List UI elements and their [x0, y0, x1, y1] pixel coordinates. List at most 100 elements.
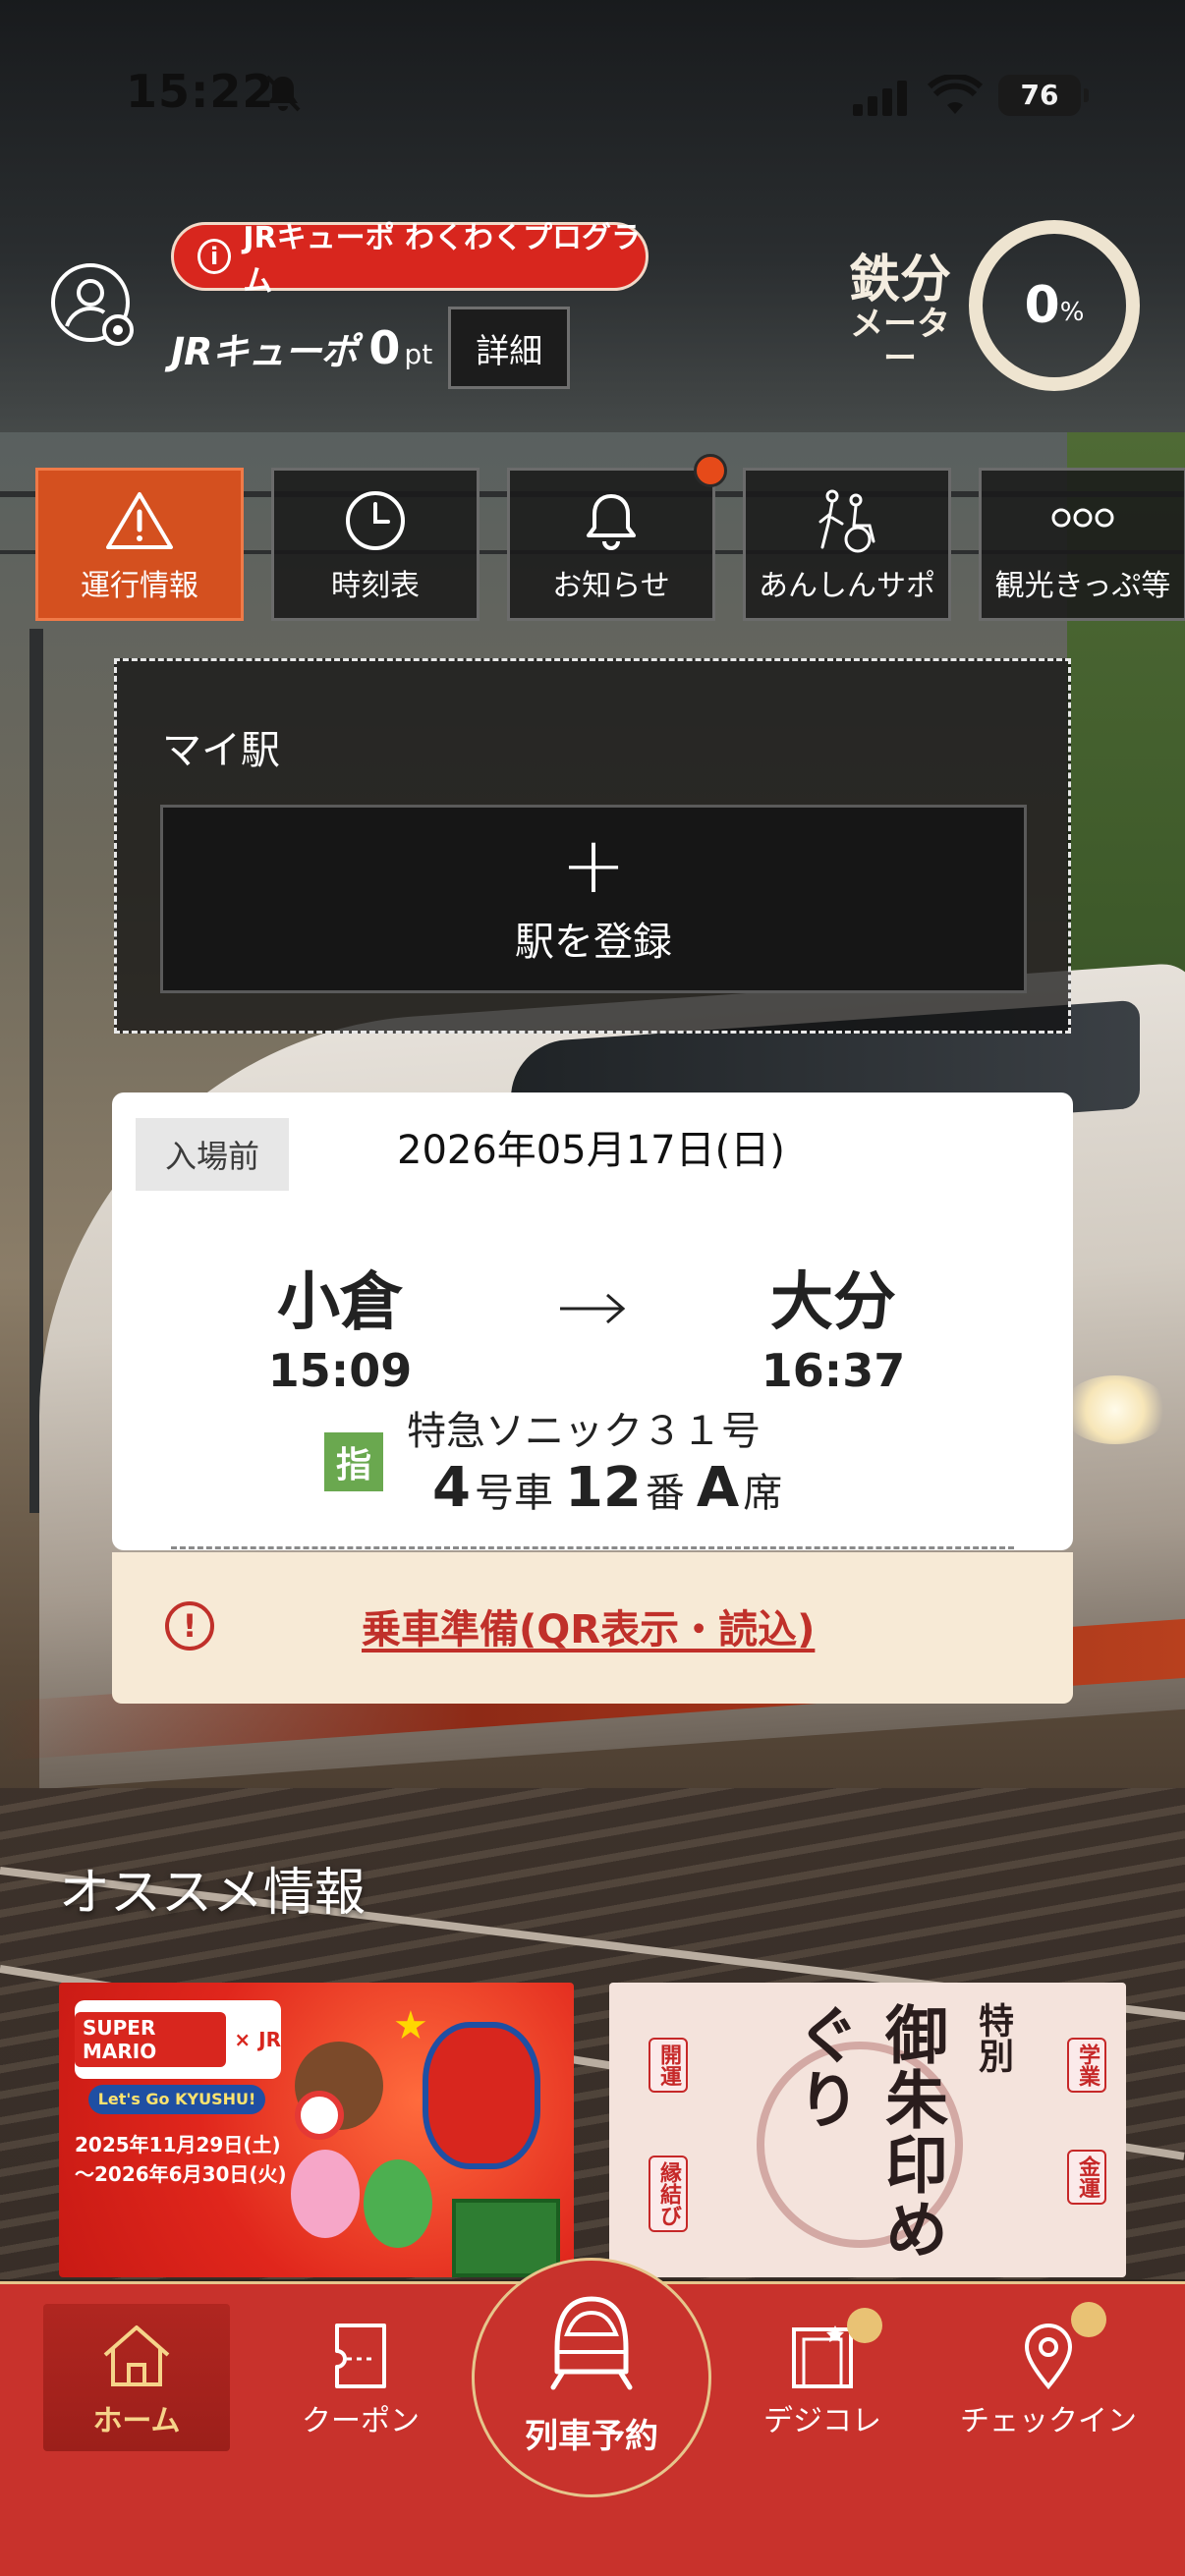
seat-letter: A: [696, 1456, 740, 1520]
seat-number-unit: 番: [645, 1471, 685, 1516]
car-number: 4: [432, 1456, 471, 1520]
program-badge[interactable]: i JRキューポ わくわくプログラム: [171, 221, 649, 299]
goshuin-special-label: 特別: [973, 2002, 1013, 2073]
battery-level: 76: [998, 75, 1089, 116]
arrival-station: 大分 16:37: [715, 1252, 951, 1397]
quick-menu-timetable[interactable]: 時刻表: [271, 468, 480, 621]
mario-logo: SUPER MARIO × JR: [75, 2000, 281, 2079]
add-station-button[interactable]: + 駅を登録: [160, 805, 1027, 993]
ticket-perforation: [171, 1546, 1014, 1549]
star-icon: ★: [393, 2003, 428, 2048]
warp-pipe-figure: [452, 2199, 560, 2277]
seat-suffix: 席: [743, 1471, 783, 1516]
nav-coupon[interactable]: クーポン: [267, 2304, 454, 2451]
info-icon: i: [198, 239, 232, 274]
iron-meter-value: 0: [1024, 276, 1060, 335]
goshuin-tag-gakugyo: 学業: [1067, 2038, 1106, 2093]
seat-number: 12: [564, 1456, 642, 1520]
departure-station: 小倉 15:09: [222, 1252, 458, 1397]
account-settings-icon[interactable]: [49, 261, 141, 354]
quick-menu: 運行情報 時刻表 お知らせ あんしんサポ 観光きっぷ等: [35, 454, 1185, 621]
quick-menu-label: 時刻表: [331, 569, 420, 603]
quick-menu-support[interactable]: あんしんサポ: [743, 468, 951, 621]
car-unit: 号車: [474, 1471, 553, 1516]
wifi-icon: [928, 75, 983, 114]
quick-menu-label: 観光きっぷ等: [994, 569, 1171, 603]
goshuin-tag-kinun: 金運: [1067, 2150, 1106, 2205]
silent-bell-icon: [265, 75, 301, 112]
bell-icon: [587, 494, 636, 550]
cellular-signal-icon: [853, 81, 907, 116]
quick-menu-label: 運行情報: [81, 569, 198, 603]
quick-menu-operation-info[interactable]: 運行情報: [35, 468, 244, 621]
ticket-card[interactable]: 入場前 2026年05月17日(日) 小倉 15:09 大分 16:37 指 特…: [112, 1092, 1073, 1550]
digicolle-badge: [847, 2308, 882, 2343]
quick-menu-label: あんしんサポ: [759, 569, 935, 603]
notice-unread-badge: [694, 454, 727, 487]
peach-figure: [291, 2150, 360, 2238]
toad-figure: [295, 2091, 344, 2140]
nav-train-reserve[interactable]: 列車予約: [472, 2289, 711, 2457]
mario-dates: 2025年11月29日(土) 〜2026年6月30日(火): [75, 2130, 287, 2189]
checkin-badge: [1071, 2302, 1106, 2337]
yoshi-figure: [364, 2159, 432, 2248]
nav-checkin-label: チェックイン: [960, 2404, 1137, 2438]
points-value: 0: [368, 321, 401, 374]
nav-digicolle-label: デジコレ: [763, 2404, 881, 2438]
nav-home-label: ホーム: [92, 2404, 181, 2438]
nav-home[interactable]: ホーム: [43, 2304, 230, 2451]
goshuin-campaign-banner[interactable]: 特別 御朱印めぐり 開運 縁結び 学業 金運: [609, 1983, 1126, 2277]
nav-digicolle[interactable]: デジコレ: [729, 2304, 916, 2451]
accessibility-icon: [818, 489, 875, 553]
more-icon: [1051, 508, 1114, 528]
status-time: 15:22: [126, 65, 275, 118]
iron-meter-gauge[interactable]: 0 %: [969, 220, 1140, 391]
collection-icon: [792, 2325, 853, 2388]
points-brand-logo: JRキューポ: [171, 329, 358, 373]
points-summary: JRキューポ 0 pt 詳細: [171, 307, 571, 389]
boarding-prep-link[interactable]: 乗車準備(QR表示・読込): [362, 1597, 815, 1654]
boarding-prep-bar[interactable]: ! 乗車準備(QR表示・読込): [112, 1552, 1073, 1704]
points-unit: pt: [404, 337, 433, 370]
iron-meter-label: 鉄分 メーター: [841, 253, 959, 377]
quick-menu-label: お知らせ: [552, 569, 670, 603]
coupon-icon: [335, 2324, 386, 2388]
train-icon: [550, 2296, 633, 2390]
points-detail-button[interactable]: 詳細: [448, 307, 571, 389]
my-station-panel: マイ駅 + 駅を登録: [114, 658, 1071, 1034]
goshuin-title: 御朱印めぐり: [786, 2002, 947, 2262]
recommendations-title: オススメ情報: [59, 1864, 367, 1923]
reserved-seat-badge: 指: [324, 1432, 383, 1491]
quick-menu-tourist-tickets[interactable]: 観光きっぷ等: [979, 468, 1185, 621]
nav-coupon-label: クーポン: [302, 2404, 420, 2438]
mario-date-end: 〜2026年6月30日(火): [75, 2162, 287, 2186]
mario-brand: SUPER MARIO: [75, 2012, 227, 2067]
arrow-right-icon: [560, 1293, 626, 1324]
seat-info: 4 号車 12 番 A 席: [432, 1456, 782, 1520]
train-name: 特急ソニック３１号: [407, 1409, 761, 1454]
nav-train-reserve-label: 列車予約: [525, 2417, 658, 2456]
alert-circle-icon: !: [165, 1601, 214, 1651]
arrival-station-name: 大分: [770, 1266, 896, 1339]
mario-campaign-banner[interactable]: SUPER MARIO × JR Let's Go KYUSHU! 2025年1…: [59, 1983, 574, 2277]
mario-subtitle: Let's Go KYUSHU!: [88, 2085, 265, 2114]
mario-partner: JR: [258, 2028, 281, 2051]
status-bar: 15:22 76: [0, 0, 1185, 187]
clock-icon: [346, 491, 405, 550]
iron-meter-unit: %: [1059, 298, 1085, 327]
program-badge-label: JRキューポ わくわくプログラム: [243, 221, 642, 299]
goshuin-tag-kaiun: 開運: [649, 2038, 688, 2093]
ticket-status-badge: 入場前: [136, 1118, 289, 1191]
iron-meter-label-line2: メーター: [850, 304, 950, 379]
departure-time: 15:09: [267, 1344, 413, 1397]
quick-menu-notices[interactable]: お知らせ: [507, 468, 715, 621]
plus-icon: +: [560, 819, 627, 911]
ticket-date: 2026年05月17日(日): [397, 1128, 785, 1173]
mario-figure: [423, 2022, 540, 2169]
home-icon: [103, 2325, 170, 2386]
arrival-time: 16:37: [761, 1344, 906, 1397]
nav-checkin[interactable]: チェックイン: [955, 2304, 1142, 2451]
warning-icon: [106, 492, 173, 549]
location-pin-icon: [1024, 2324, 1073, 2390]
add-station-label: 駅を登録: [515, 920, 672, 965]
